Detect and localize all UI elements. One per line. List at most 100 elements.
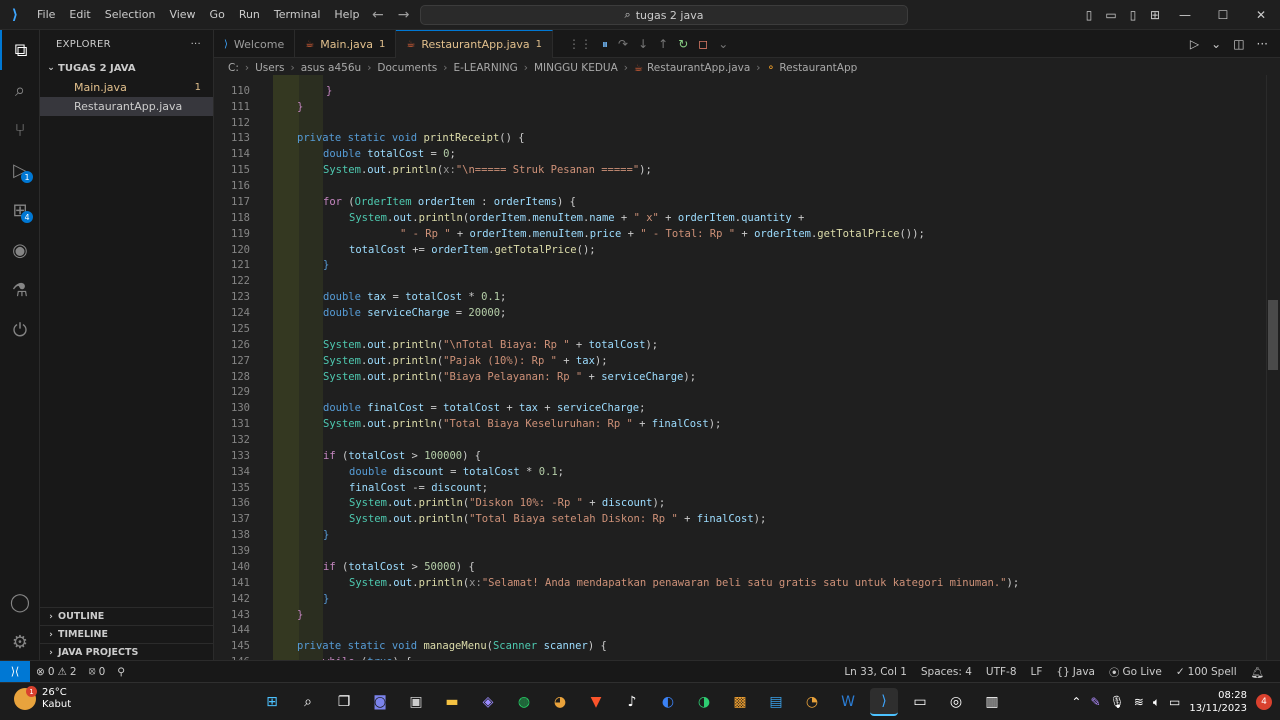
command-center-search[interactable]: ⌕ tugas 2 java [420, 5, 908, 25]
more-actions-icon[interactable]: ··· [1257, 37, 1268, 51]
account-icon[interactable]: ◯ [0, 582, 40, 622]
pause-icon[interactable]: ⏸ [602, 37, 608, 52]
store-icon[interactable]: ▣ [402, 688, 430, 716]
back-arrow-icon[interactable]: ← [372, 7, 384, 23]
tab-main-java[interactable]: ☕ Main.java 1 [295, 30, 397, 58]
battery-icon[interactable]: ▭ [1169, 695, 1180, 709]
debug-indicator[interactable]: ⚲ [111, 661, 131, 683]
drag-grip-icon[interactable]: ⋮⋮ [568, 37, 592, 51]
ports-indicator[interactable]: ⦻ 0 [83, 661, 112, 683]
explorer-icon[interactable]: ⧉ [0, 30, 40, 70]
windows-start-icon[interactable]: ⊞ [258, 688, 286, 716]
edge-icon[interactable]: ◑ [690, 688, 718, 716]
obs-icon[interactable]: ◎ [942, 688, 970, 716]
microphone-icon[interactable]: 🎙︎ [1110, 695, 1125, 709]
file-item-restaurantapp-java[interactable]: RestaurantApp.java [40, 97, 213, 116]
maximize-window-icon[interactable]: ☐ [1204, 0, 1242, 30]
close-window-icon[interactable]: ✕ [1242, 0, 1280, 30]
tab-restaurantapp-java[interactable]: ☕ RestaurantApp.java 1 [396, 30, 553, 58]
encoding[interactable]: UTF-8 [980, 661, 1023, 683]
indentation[interactable]: Spaces: 4 [915, 661, 978, 683]
brave-icon[interactable]: ▼ [582, 688, 610, 716]
menu-terminal[interactable]: Terminal [267, 0, 328, 30]
breadcrumb-item[interactable]: E-LEARNING [453, 62, 517, 74]
weather-widget[interactable]: 1 26°C Kabut [14, 686, 71, 711]
chrome-icon[interactable]: ◔ [798, 688, 826, 716]
file-explorer-icon[interactable]: ▬ [438, 688, 466, 716]
toggle-panel-icon[interactable]: ▭ [1100, 0, 1122, 30]
breadcrumb-item[interactable]: MINGGU KEDUA [534, 62, 618, 74]
app-icon[interactable]: ◈ [474, 688, 502, 716]
java-projects-section[interactable]: › JAVA PROJECTS [40, 643, 214, 661]
scrollbar-thumb[interactable] [1268, 300, 1278, 370]
menu-selection[interactable]: Selection [98, 0, 163, 30]
app-icon[interactable]: ▩ [726, 688, 754, 716]
menu-go[interactable]: Go [203, 0, 232, 30]
settings-gear-icon[interactable]: ⚙ [0, 622, 40, 662]
file-item-main-java[interactable]: Main.java 1 [40, 78, 213, 97]
breadcrumb-item[interactable]: C: [228, 62, 239, 74]
remote-indicator-icon[interactable]: ⟩⟨ [0, 660, 30, 683]
workspace-folder[interactable]: ⌄ TUGAS 2 JAVA [40, 58, 213, 78]
menu-file[interactable]: File [30, 0, 62, 30]
speaker-icon[interactable]: 🔈︎ [1153, 695, 1160, 710]
word-icon[interactable]: W [834, 688, 862, 716]
step-into-icon[interactable]: ↓ [638, 37, 648, 51]
pen-icon[interactable]: ✎ [1090, 695, 1100, 709]
tiktok-icon[interactable]: ♪ [618, 688, 646, 716]
clock[interactable]: 08:28 13/11/2023 [1189, 689, 1247, 715]
breadcrumb-item[interactable]: asus a456u [301, 62, 362, 74]
minimize-window-icon[interactable]: — [1166, 0, 1204, 30]
extensions-icon[interactable]: ⊞ 4 [0, 190, 40, 230]
go-live-button[interactable]: ⦿ Go Live [1103, 661, 1168, 683]
teams-chat-icon[interactable]: ◙ [366, 688, 394, 716]
chevron-up-icon[interactable]: ⌃ [1071, 695, 1081, 709]
step-out-icon[interactable]: ↑ [658, 37, 668, 51]
restart-icon[interactable]: ↻ [678, 37, 688, 51]
stop-icon[interactable]: ◻ [698, 37, 708, 51]
chevron-down-icon[interactable]: ⌄ [1211, 37, 1221, 51]
menu-edit[interactable]: Edit [62, 0, 97, 30]
breadcrumb-item[interactable]: Users [255, 62, 284, 74]
breadcrumb-item[interactable]: RestaurantApp.java [647, 62, 750, 74]
split-editor-icon[interactable]: ◫ [1233, 37, 1244, 51]
whatsapp-icon[interactable]: ◍ [510, 688, 538, 716]
forward-arrow-icon[interactable]: → [398, 7, 410, 23]
chrome-icon[interactable]: ◕ [546, 688, 574, 716]
notification-count[interactable]: 4 [1256, 694, 1272, 710]
run-debug-icon[interactable]: ▷ 1 [0, 150, 40, 190]
chevron-down-icon[interactable]: ⌄ [718, 37, 728, 51]
step-over-icon[interactable]: ↷ [618, 37, 628, 51]
json-icon[interactable]: ◉ [0, 230, 40, 270]
power-icon[interactable]: ⏻ [0, 310, 40, 350]
wifi-icon[interactable]: ≋ [1134, 695, 1144, 709]
app-icon[interactable]: ▥ [978, 688, 1006, 716]
customize-layout-icon[interactable]: ⊞ [1144, 0, 1166, 30]
source-control-icon[interactable]: ⑂ [0, 110, 40, 150]
code-editor[interactable]: 110} 111} 112 113 private static void pri… [214, 75, 1266, 660]
notepad-icon[interactable]: ▤ [762, 688, 790, 716]
menu-run[interactable]: Run [232, 0, 267, 30]
terminal-icon[interactable]: ▭ [906, 688, 934, 716]
end-of-line[interactable]: LF [1025, 661, 1049, 683]
problems-indicator[interactable]: ⊗ 0 ⚠ 2 [30, 661, 83, 683]
menu-help[interactable]: Help [327, 0, 366, 30]
tab-welcome[interactable]: ⟩ Welcome [214, 30, 296, 58]
testing-icon[interactable]: ⚗ [0, 270, 40, 310]
language-mode[interactable]: {} Java [1050, 661, 1101, 683]
search-view-icon[interactable]: ⌕ [0, 70, 40, 110]
spell-check[interactable]: ✓ 100 Spell [1170, 661, 1243, 683]
toggle-secondary-sidebar-icon[interactable]: ▯ [1122, 0, 1144, 30]
menu-view[interactable]: View [162, 0, 202, 30]
search-icon[interactable]: ⌕ [294, 688, 322, 716]
outline-section[interactable]: › OUTLINE [40, 607, 214, 625]
breadcrumb-item[interactable]: RestaurantApp [779, 62, 857, 74]
run-java-icon[interactable]: ▷ [1190, 37, 1199, 51]
cursor-position[interactable]: Ln 33, Col 1 [838, 661, 913, 683]
notifications-bell-icon[interactable]: 🔔︎ [1245, 661, 1270, 683]
vscode-taskbar-icon[interactable]: ⟩ [870, 688, 898, 716]
more-actions-icon[interactable]: ··· [191, 39, 201, 50]
app-icon[interactable]: ◐ [654, 688, 682, 716]
timeline-section[interactable]: › TIMELINE [40, 625, 214, 643]
toggle-primary-sidebar-icon[interactable]: ▯ [1078, 0, 1100, 30]
